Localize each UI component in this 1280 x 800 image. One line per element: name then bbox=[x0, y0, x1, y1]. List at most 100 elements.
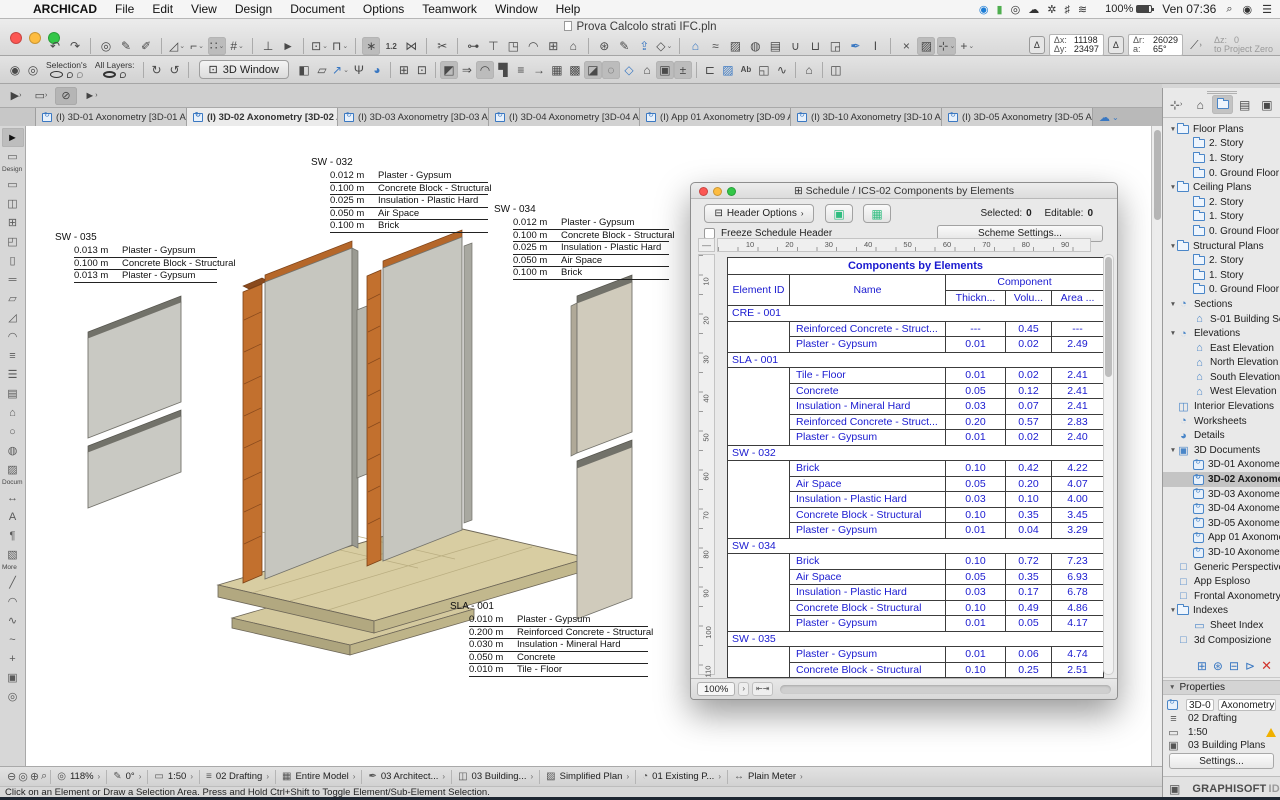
tab-4[interactable]: (I) 3D-04 Axonometry [3D-04 Axon... bbox=[489, 108, 640, 126]
cascade-windows-icon[interactable]: ▣ bbox=[1169, 782, 1180, 796]
zoom-menu-icon[interactable]: › bbox=[738, 682, 749, 696]
navigator-item-worksheets[interactable]: ◔Worksheets bbox=[1163, 414, 1280, 429]
navigator-item-app-01-axonometry[interactable]: App 01 Axonometry bbox=[1163, 531, 1280, 546]
add-tracker-icon[interactable]: +⌄ bbox=[958, 37, 976, 55]
component-value-cell[interactable]: 0.10 bbox=[1006, 492, 1052, 508]
fit-width-icon[interactable]: ⇤⇥ bbox=[752, 682, 773, 696]
view-id-field[interactable]: 3D-0 bbox=[1186, 699, 1214, 711]
navigator-item-3d-10-axonometry[interactable]: 3D-10 Axonometry bbox=[1163, 545, 1280, 560]
component-value-cell[interactable]: 0.07 bbox=[1006, 399, 1052, 415]
project-map-tab[interactable]: ⌂ bbox=[1190, 95, 1210, 114]
layout-book-tab[interactable]: ▤ bbox=[1235, 95, 1255, 114]
navigator-item-0-ground-floor[interactable]: 0. Ground Floor bbox=[1163, 166, 1280, 181]
component-name-cell[interactable]: Reinforced Concrete - Struct... bbox=[790, 414, 946, 430]
fillet-icon[interactable]: ◠ bbox=[524, 37, 542, 55]
component-value-cell[interactable]: 0.02 bbox=[1006, 337, 1052, 353]
stretch-icon[interactable]: ⋈ bbox=[402, 37, 420, 55]
pick-up-parameters-icon[interactable]: ✎ bbox=[117, 37, 135, 55]
schedule-zoom-level[interactable]: 100% bbox=[697, 682, 735, 696]
component-value-cell[interactable]: 0.25 bbox=[1006, 662, 1052, 678]
undo-icon[interactable]: ↶ bbox=[46, 37, 64, 55]
view-name-field[interactable]: Axonometry bbox=[1218, 699, 1276, 711]
panel-drag-handle[interactable] bbox=[1207, 91, 1237, 94]
component-value-cell[interactable]: 0.02 bbox=[1006, 430, 1052, 446]
properties-header[interactable]: ▼Properties bbox=[1163, 680, 1280, 695]
oval-bold-icon[interactable] bbox=[103, 71, 116, 78]
component-name-cell[interactable]: Tile - Floor bbox=[790, 368, 946, 384]
elevation-toggle-icon[interactable]: ⟋› bbox=[1187, 36, 1205, 54]
schedule-minimize-button[interactable] bbox=[713, 187, 722, 196]
component-value-cell[interactable]: 7.23 bbox=[1052, 554, 1104, 570]
navigator-item-s-01-building-section[interactable]: ⌂S-01 Building Section bbox=[1163, 312, 1280, 327]
col-header-element-id[interactable]: Element ID bbox=[728, 275, 790, 306]
component-value-cell[interactable]: 0.20 bbox=[946, 414, 1006, 430]
pet-palette-icon[interactable]: ▶› bbox=[5, 87, 27, 105]
option-entire-model[interactable]: ▦Entire Model› bbox=[275, 770, 361, 784]
navigator-item-west-elevation[interactable]: ⌂West Elevation bbox=[1163, 385, 1280, 400]
option-03-building-[interactable]: ◫03 Building...› bbox=[451, 770, 539, 784]
3d-cutaway-icon[interactable]: ▱ bbox=[313, 61, 331, 79]
navigator-item-frontal-axonometry[interactable]: □Frontal Axonometry bbox=[1163, 589, 1280, 604]
select-all-button[interactable]: ▣ bbox=[825, 204, 853, 223]
skylight-tool[interactable]: ◰ bbox=[2, 232, 24, 251]
column-tool[interactable]: ▯ bbox=[2, 251, 24, 270]
object-tool[interactable]: ⌂ bbox=[2, 403, 24, 422]
corner-icon[interactable]: ◳ bbox=[504, 37, 522, 55]
menu-item-archicad[interactable]: ARCHICAD bbox=[24, 2, 106, 16]
navigator-item-app-esploso[interactable]: □App Esploso bbox=[1163, 574, 1280, 589]
fill-corner-icon[interactable]: ◩ bbox=[440, 61, 458, 79]
visualization-icon[interactable]: ◕ bbox=[368, 61, 386, 79]
component-value-cell[interactable]: 0.10 bbox=[946, 461, 1006, 477]
mesh-sphere-icon[interactable]: ◍ bbox=[746, 37, 764, 55]
expand-arrow-icon[interactable]: ▼ bbox=[1169, 243, 1177, 250]
tab-6[interactable]: (I) 3D-10 Axonometry [3D-10 Axono... bbox=[791, 108, 942, 126]
drop-small-icon[interactable] bbox=[77, 72, 83, 78]
scale-row[interactable]: ▭ 1:50 bbox=[1167, 726, 1276, 739]
component-value-cell[interactable]: 0.10 bbox=[946, 507, 1006, 523]
select-area-icon[interactable]: ⊏ bbox=[701, 61, 719, 79]
plus-minus-icon[interactable]: ± bbox=[674, 61, 692, 79]
text-tool[interactable]: A bbox=[2, 507, 24, 526]
book-icon[interactable]: ◫ bbox=[827, 61, 845, 79]
profile-icon[interactable]: ◲ bbox=[826, 37, 844, 55]
component-value-cell[interactable]: 0.17 bbox=[1006, 585, 1052, 601]
component-name-cell[interactable]: Brick bbox=[790, 461, 946, 477]
door-tool[interactable]: ◫ bbox=[2, 194, 24, 213]
shell-tool[interactable]: ◠ bbox=[2, 327, 24, 346]
drop-icon[interactable] bbox=[120, 72, 126, 78]
menu-item-document[interactable]: Document bbox=[281, 2, 354, 16]
wall-top-icon[interactable]: ▜ bbox=[494, 61, 512, 79]
menu-item-help[interactable]: Help bbox=[547, 2, 590, 16]
publisher-tab[interactable]: ▣ bbox=[1257, 95, 1277, 114]
component-value-cell[interactable]: 2.41 bbox=[1052, 383, 1104, 399]
editing-plane-icon[interactable]: ► bbox=[279, 37, 297, 55]
notification-center-icon[interactable]: ☰ bbox=[1262, 3, 1272, 16]
tab-3[interactable]: (I) 3D-03 Axonometry [3D-03 Axon... bbox=[338, 108, 489, 126]
new-view-icon[interactable]: ⊛ bbox=[1213, 659, 1223, 673]
table-row[interactable]: Brick0.100.727.23 bbox=[728, 554, 1104, 570]
pen-blue-icon[interactable]: ✒ bbox=[846, 37, 864, 55]
tab-1[interactable]: (I) 3D-01 Axonometry [3D-01 Axono... bbox=[36, 108, 187, 126]
table-row[interactable]: Tile - Floor0.010.022.41 bbox=[728, 368, 1104, 384]
menu-item-teamwork[interactable]: Teamwork bbox=[413, 2, 486, 16]
component-value-cell[interactable]: 0.04 bbox=[1006, 523, 1052, 539]
canvas-vertical-scrollbar[interactable] bbox=[1151, 126, 1162, 766]
marquee-b-icon[interactable]: ◱ bbox=[755, 61, 773, 79]
component-value-cell[interactable]: 4.74 bbox=[1052, 647, 1104, 663]
wifi-icon[interactable]: ≋ bbox=[1078, 4, 1087, 16]
component-name-cell[interactable]: Air Space bbox=[790, 569, 946, 585]
menu-item-window[interactable]: Window bbox=[486, 2, 547, 16]
hatch-diag-icon[interactable]: ▩ bbox=[566, 61, 584, 79]
inject-parameters-icon[interactable]: ✐ bbox=[137, 37, 155, 55]
menu-item-edit[interactable]: Edit bbox=[143, 2, 182, 16]
tab-7[interactable]: (I) 3D-05 Axonometry [3D-05 Axono... bbox=[942, 108, 1093, 126]
menu-item-view[interactable]: View bbox=[182, 2, 226, 16]
redo-view-icon[interactable]: ↻ bbox=[148, 61, 166, 79]
component-name-cell[interactable]: Insulation - Mineral Hard bbox=[790, 399, 946, 415]
table-row[interactable]: Plaster - Gypsum0.010.064.74 bbox=[728, 647, 1104, 663]
extensions-icon[interactable]: ✲ bbox=[1047, 4, 1056, 16]
component-value-cell[interactable]: 0.03 bbox=[946, 492, 1006, 508]
component-value-cell[interactable]: --- bbox=[1052, 321, 1104, 337]
settings-button[interactable]: Settings... bbox=[1169, 753, 1274, 769]
tab-5[interactable]: (I) App 01 Axonometry [3D-09 Axon... bbox=[640, 108, 791, 126]
